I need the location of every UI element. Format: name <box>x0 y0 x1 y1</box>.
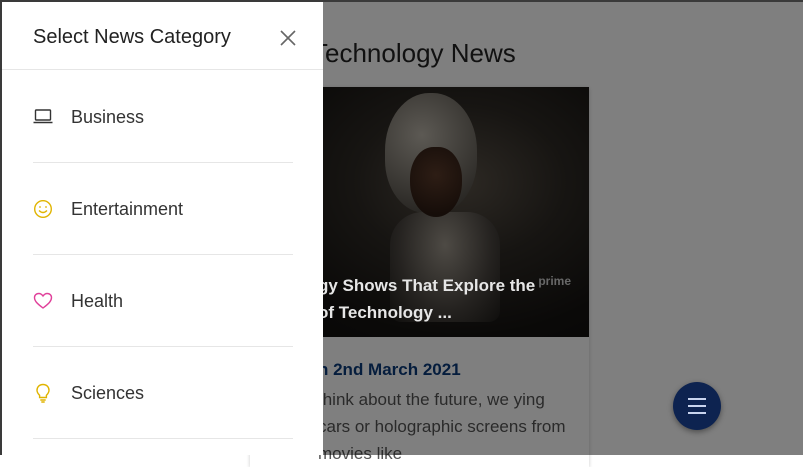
close-button[interactable] <box>276 26 300 50</box>
drawer-header: Select News Category <box>0 0 323 70</box>
category-label: Entertainment <box>71 199 184 219</box>
smiley-icon <box>33 199 53 219</box>
category-item-health[interactable]: Health <box>33 255 293 347</box>
drawer-title: Select News Category <box>33 26 231 48</box>
headline-line-1: gy Shows That Explore the <box>318 276 536 295</box>
category-list: Business Entertainment Health Sciences <box>33 71 293 439</box>
lightbulb-icon <box>36 383 50 403</box>
close-icon <box>280 30 296 46</box>
category-label: Business <box>71 107 145 127</box>
heart-icon <box>33 292 53 309</box>
category-item-sciences[interactable]: Sciences <box>33 347 293 439</box>
article-headline[interactable]: gy Shows That Explore the of Technology … <box>318 272 535 326</box>
hamburger-icon <box>688 398 706 400</box>
category-drawer: Select News Category Business Entertainm… <box>0 0 323 455</box>
laptop-icon <box>33 109 53 124</box>
category-label: Health <box>71 291 124 311</box>
headline-line-2: of Technology ... <box>318 303 452 322</box>
category-item-business[interactable]: Business <box>33 71 293 163</box>
category-item-entertainment[interactable]: Entertainment <box>33 163 293 255</box>
category-label: Sciences <box>71 383 145 403</box>
menu-button[interactable] <box>673 382 721 430</box>
